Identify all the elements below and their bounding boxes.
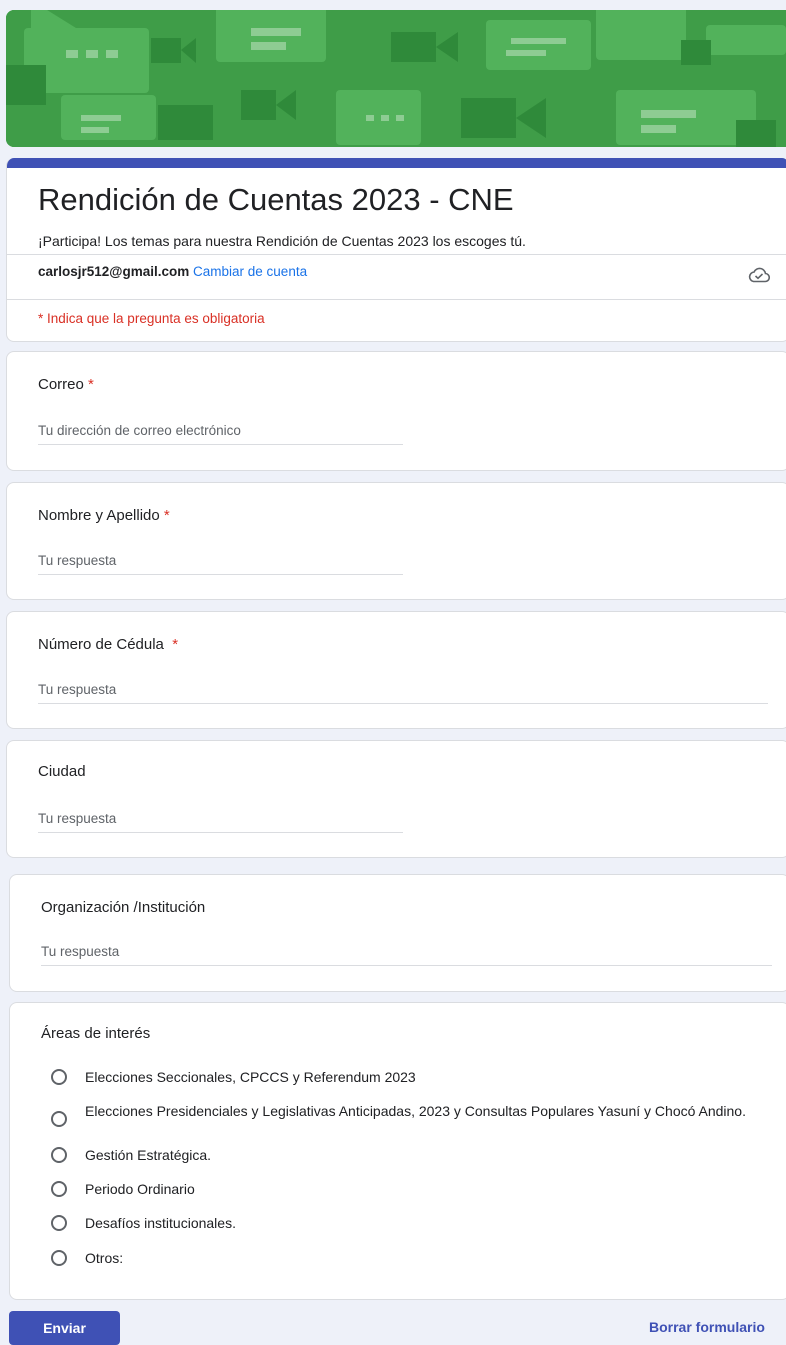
name-input[interactable] xyxy=(38,553,403,575)
divider xyxy=(7,299,786,300)
question-label: Organización /Institución xyxy=(41,899,206,916)
option-label: Elecciones Presidenciales y Legislativas… xyxy=(85,1103,746,1119)
required-asterisk: * xyxy=(163,507,170,524)
question-card-organization: Organización /Institución xyxy=(9,874,786,992)
radio-option[interactable]: Periodo Ordinario xyxy=(51,1181,195,1197)
cloud-saved-icon xyxy=(748,267,770,283)
question-label: Nombre y Apellido * xyxy=(38,507,170,524)
question-card-id-number: Número de Cédula * xyxy=(6,611,786,729)
chat-bubbles-pattern xyxy=(6,10,786,147)
switch-account-link[interactable]: Cambiar de cuenta xyxy=(193,264,307,279)
form-description: ¡Participa! Los temas para nuestra Rendi… xyxy=(38,233,526,249)
radio-option[interactable]: Elecciones Presidenciales y Legislativas… xyxy=(51,1103,751,1127)
required-note: * Indica que la pregunta es obligatoria xyxy=(38,311,265,326)
question-label: Ciudad xyxy=(38,763,86,780)
option-label: Elecciones Seccionales, CPCCS y Referend… xyxy=(85,1069,416,1085)
option-label: Periodo Ordinario xyxy=(85,1181,195,1197)
radio-circle-icon[interactable] xyxy=(51,1147,67,1163)
divider xyxy=(7,254,786,255)
radio-option-other[interactable]: Otros: xyxy=(51,1250,123,1266)
question-card-interest-areas: Áreas de interés Elecciones Seccionales,… xyxy=(9,1002,786,1300)
question-label: Correo * xyxy=(38,376,94,393)
radio-circle-icon[interactable] xyxy=(51,1069,67,1085)
organization-input[interactable] xyxy=(41,944,772,966)
radio-option[interactable]: Gestión Estratégica. xyxy=(51,1147,211,1163)
form-title: Rendición de Cuentas 2023 - CNE xyxy=(38,182,514,217)
form-header-card: Rendición de Cuentas 2023 - CNE ¡Partici… xyxy=(6,158,786,342)
id-number-input[interactable] xyxy=(38,682,768,704)
radio-circle-icon[interactable] xyxy=(51,1250,67,1266)
option-label: Otros: xyxy=(85,1250,124,1266)
radio-option[interactable]: Desafíos institucionales. xyxy=(51,1215,236,1231)
account-email: carlosjr512@gmail.com xyxy=(38,264,190,279)
radio-option[interactable]: Elecciones Seccionales, CPCCS y Referend… xyxy=(51,1069,416,1085)
question-label: Número de Cédula * xyxy=(38,636,179,653)
radio-circle-icon[interactable] xyxy=(51,1181,67,1197)
question-card-email: Correo * xyxy=(6,351,786,471)
option-label: Desafíos institucionales. xyxy=(85,1215,236,1231)
radio-circle-icon[interactable] xyxy=(51,1111,67,1127)
header-banner-image xyxy=(6,10,786,147)
account-row: carlosjr512@gmail.com Cambiar de cuenta xyxy=(38,264,307,279)
clear-form-link[interactable]: Borrar formulario xyxy=(649,1319,765,1335)
question-card-name: Nombre y Apellido * xyxy=(6,482,786,600)
radio-circle-icon[interactable] xyxy=(51,1215,67,1231)
submit-button[interactable]: Enviar xyxy=(9,1311,120,1345)
accent-bar xyxy=(7,158,786,168)
required-asterisk: * xyxy=(172,636,179,653)
email-input[interactable] xyxy=(38,423,403,445)
option-label: Gestión Estratégica. xyxy=(85,1147,212,1163)
question-label: Áreas de interés xyxy=(41,1025,151,1042)
city-input[interactable] xyxy=(38,811,403,833)
question-card-city: Ciudad xyxy=(6,740,786,858)
required-asterisk: * xyxy=(88,376,94,393)
